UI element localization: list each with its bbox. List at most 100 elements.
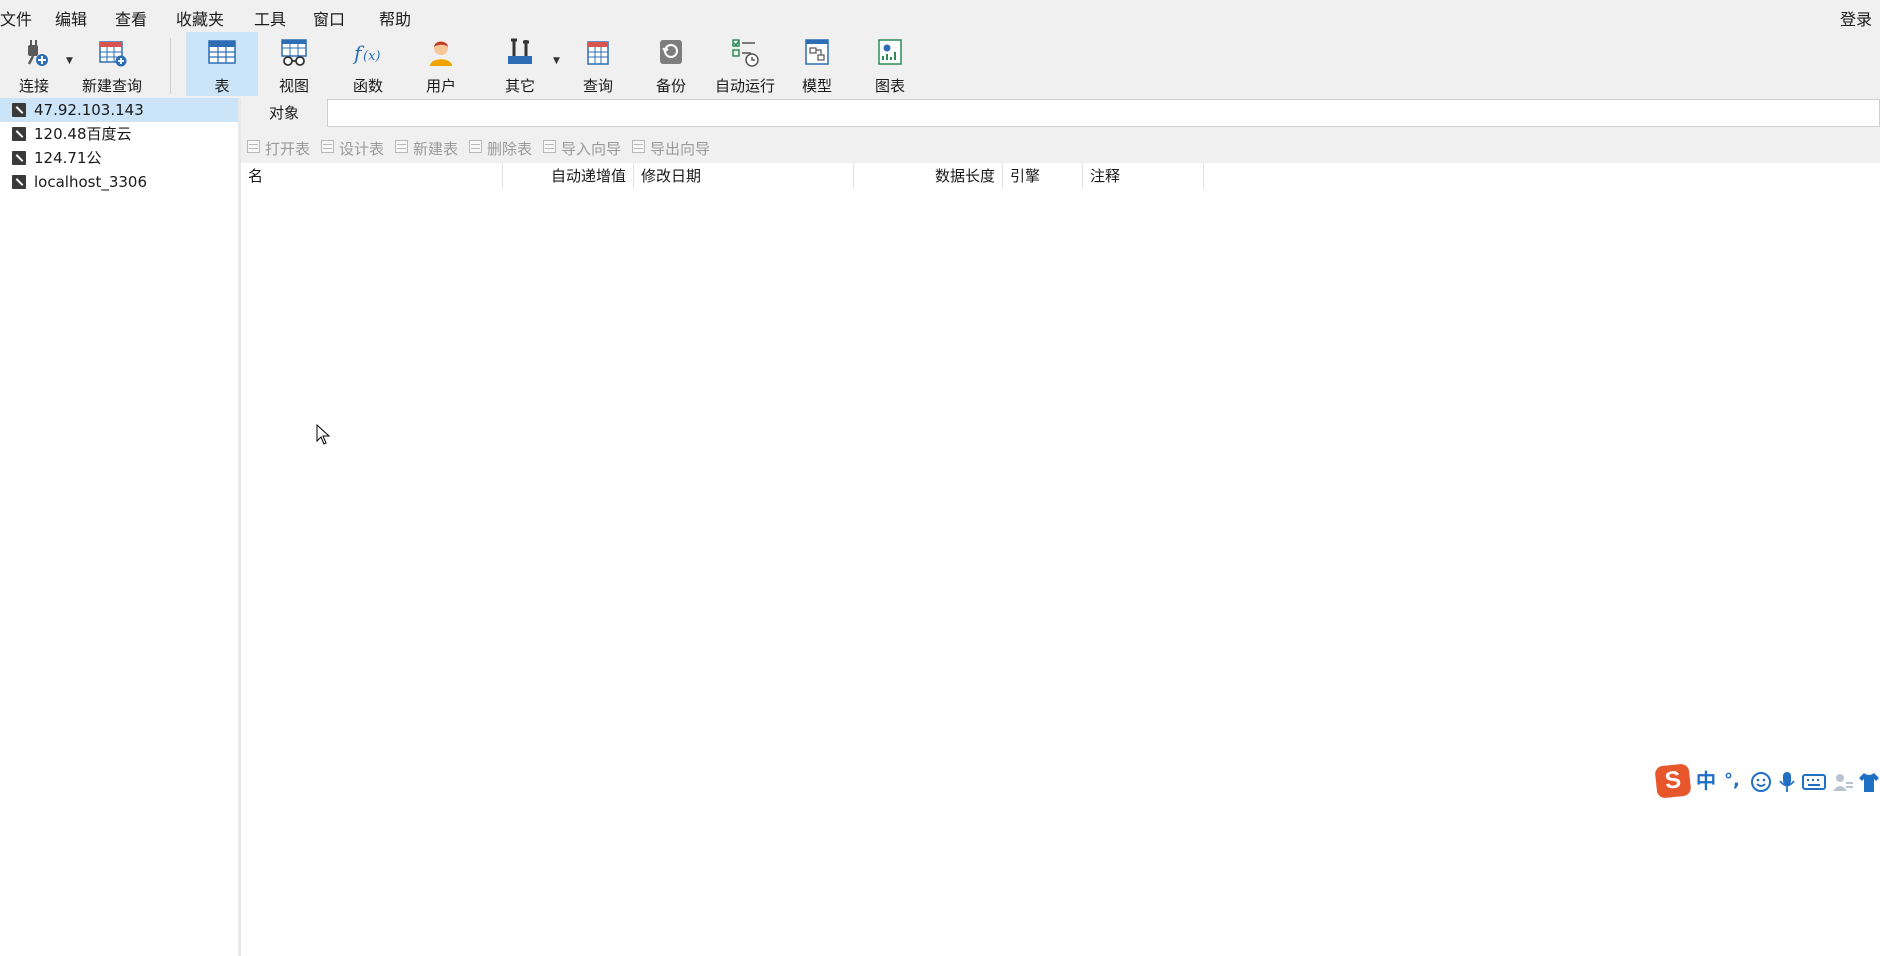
new-query-label: 新建查询 [81, 77, 142, 95]
table-icon [208, 40, 236, 64]
open-table-button[interactable]: 打开表 [245, 138, 310, 159]
column-auto-increment[interactable]: 自动递增值 [503, 163, 634, 189]
tab-objects[interactable]: 对象 [241, 98, 327, 129]
export-wizard-button[interactable]: 导出向导 [630, 138, 710, 159]
new-table-button[interactable]: 新建表 [393, 138, 458, 159]
new-query-button[interactable]: 新建查询 [80, 32, 144, 96]
connection-item[interactable]: 47.92.103.143 [0, 98, 238, 122]
connect-dropdown-arrow-icon[interactable]: ▼ [66, 56, 73, 66]
plug-icon [27, 40, 48, 66]
menu-window[interactable]: 窗口 [313, 6, 345, 30]
design-table-icon [321, 140, 334, 153]
user-label: 用户 [425, 77, 456, 95]
menu-favorites[interactable]: 收藏夹 [176, 6, 224, 30]
user-icon [430, 41, 452, 66]
mysql-connection-icon [12, 151, 26, 165]
chart-button[interactable]: 图表 [858, 32, 922, 96]
auto-run-button[interactable]: 自动运行 [710, 32, 780, 96]
objects-toolbar: 打开表 设计表 新建表 删除表 导入向导 导出向导 [241, 129, 1880, 163]
menu-view[interactable]: 查看 [115, 6, 147, 30]
view-button[interactable]: 视图 [262, 32, 326, 96]
objects-panel: 对象 打开表 设计表 新建表 删除表 导入向导 导出向导 名 自动递增值 修改日… [241, 98, 1880, 956]
column-engine[interactable]: 引擎 [1003, 163, 1083, 189]
new-table-label: 新建表 [413, 140, 459, 158]
sogou-logo-icon[interactable]: S [1654, 763, 1692, 799]
table-label: 表 [214, 77, 230, 95]
import-wizard-label: 导入向导 [561, 140, 622, 158]
view-label: 视图 [278, 77, 309, 95]
function-label: 函数 [352, 77, 383, 95]
other-label: 其它 [504, 77, 535, 95]
skin-shirt-icon[interactable] [1858, 771, 1880, 793]
ime-toolbar: S 中 °, [1654, 761, 1880, 801]
chart-label: 图表 [874, 77, 905, 95]
delete-table-label: 删除表 [487, 140, 533, 158]
query-button[interactable]: 查询 [566, 32, 630, 96]
objects-tab-bar: 对象 [241, 98, 1880, 129]
user-tools-icon[interactable] [1832, 771, 1854, 793]
model-label: 模型 [801, 77, 832, 95]
svg-text:(x): (x) [363, 49, 380, 64]
import-wizard-button[interactable]: 导入向导 [541, 138, 621, 159]
microphone-icon[interactable] [1778, 771, 1796, 793]
design-table-button[interactable]: 设计表 [319, 138, 384, 159]
connection-name: localhost_3306 [34, 173, 148, 191]
other-button[interactable]: 其它 [488, 32, 552, 96]
delete-table-button[interactable]: 删除表 [467, 138, 532, 159]
function-icon: f (x) [352, 41, 380, 65]
toolbar-separator [170, 38, 171, 94]
menu-edit[interactable]: 编辑 [55, 6, 87, 30]
delete-table-icon [469, 140, 482, 153]
query-icon [587, 41, 609, 65]
mysql-connection-icon [12, 175, 26, 189]
menu-file[interactable]: 文件 [0, 6, 32, 30]
export-wizard-icon [632, 140, 645, 153]
ime-mode-toggle[interactable]: 中 [1696, 769, 1716, 793]
objects-search-input[interactable] [327, 99, 1880, 127]
user-button[interactable]: 用户 [409, 32, 473, 96]
connect-button[interactable]: 连接 [10, 32, 58, 96]
backup-icon [660, 40, 682, 64]
menu-bar: 文件 编辑 查看 收藏夹 工具 窗口 帮助 登录 [0, 0, 1880, 32]
connection-name: 124.71公 [34, 149, 102, 167]
connection-item[interactable]: 120.48百度云 [0, 122, 238, 146]
main-toolbar: 连接 ▼ 新建查询 表 视图 f (x) 函数 用户 其它 ▼ 查询 备份 自动… [0, 32, 1880, 99]
new-table-icon [395, 140, 408, 153]
design-table-label: 设计表 [339, 140, 385, 158]
connection-item[interactable]: 124.71公 [0, 146, 238, 170]
connection-name: 120.48百度云 [34, 125, 132, 143]
backup-button[interactable]: 备份 [639, 32, 703, 96]
import-wizard-icon [543, 140, 556, 153]
view-icon [281, 39, 307, 66]
table-button[interactable]: 表 [186, 32, 258, 96]
export-wizard-label: 导出向导 [650, 140, 711, 158]
connection-sidebar: 47.92.103.143 120.48百度云 124.71公 localhos… [0, 98, 241, 956]
other-dropdown-arrow-icon[interactable]: ▼ [553, 56, 560, 66]
ime-punctuation-toggle[interactable]: °, [1724, 769, 1740, 793]
login-link[interactable]: 登录 [1840, 6, 1872, 30]
emoji-icon[interactable] [1750, 771, 1772, 793]
connection-name: 47.92.103.143 [34, 101, 144, 119]
function-button[interactable]: f (x) 函数 [336, 32, 400, 96]
keyboard-icon[interactable] [1802, 773, 1826, 791]
auto-run-icon [732, 39, 759, 67]
mysql-connection-icon [12, 127, 26, 141]
menu-help[interactable]: 帮助 [379, 6, 411, 30]
connect-label: 连接 [18, 77, 49, 95]
tools-icon [508, 38, 532, 64]
column-comment[interactable]: 注释 [1083, 163, 1204, 189]
column-name[interactable]: 名 [241, 163, 503, 189]
open-table-label: 打开表 [265, 140, 311, 158]
connection-item[interactable]: localhost_3306 [0, 170, 238, 194]
open-table-icon [247, 140, 260, 153]
mysql-connection-icon [12, 103, 26, 117]
model-icon [805, 39, 829, 65]
menu-tools[interactable]: 工具 [254, 6, 286, 30]
column-data-length[interactable]: 数据长度 [854, 163, 1003, 189]
column-modified-date[interactable]: 修改日期 [634, 163, 854, 189]
new-query-icon [99, 41, 127, 67]
chart-icon [878, 39, 902, 65]
model-button[interactable]: 模型 [785, 32, 849, 96]
mouse-cursor-icon [316, 424, 331, 445]
auto-run-label: 自动运行 [714, 77, 775, 95]
